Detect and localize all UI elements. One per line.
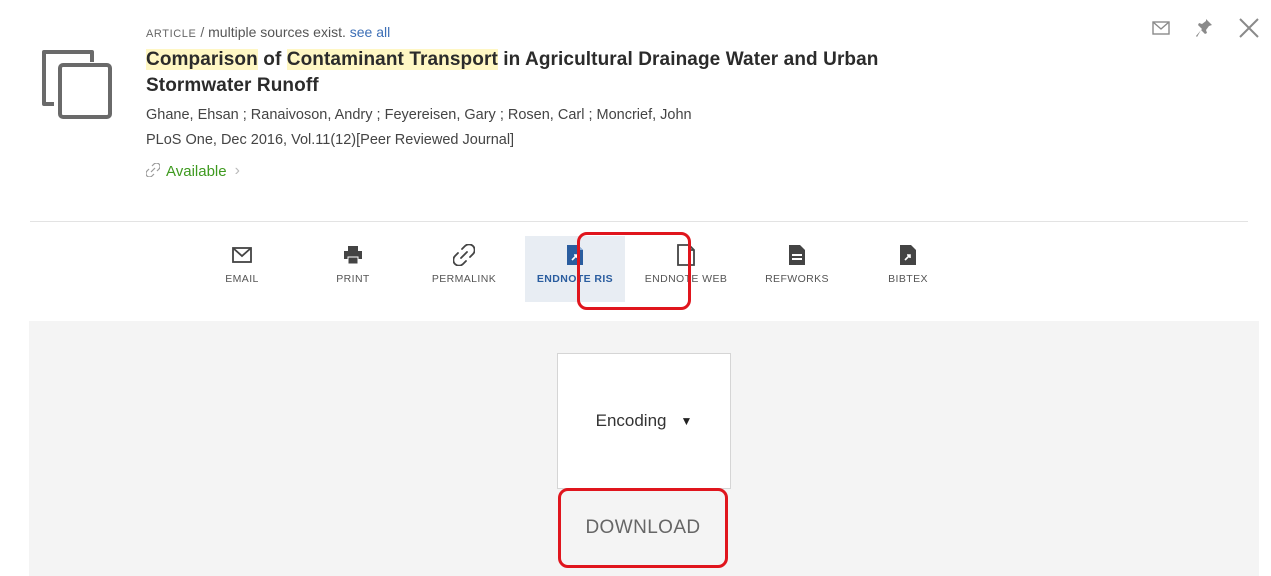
record-authors: Ghane, Ehsan ; Ranaivoson, Andry ; Feyer… bbox=[146, 107, 692, 123]
action-label: REFWORKS bbox=[765, 273, 829, 285]
action-endnote-ris[interactable]: ENDNOTE RIS bbox=[525, 236, 625, 302]
refworks-icon bbox=[788, 244, 806, 266]
action-refworks[interactable]: REFWORKS bbox=[747, 236, 847, 302]
title-highlight-contaminant: Contaminant Transport bbox=[286, 49, 498, 70]
link-icon bbox=[145, 161, 161, 180]
source-note: multiple sources exist. bbox=[208, 24, 346, 40]
chevron-right-icon: › bbox=[234, 162, 240, 179]
meta-separator: / bbox=[200, 24, 205, 40]
record-source: PLoS One, Dec 2016, Vol.11(12)[Peer Revi… bbox=[146, 132, 515, 148]
encoding-label: Encoding bbox=[595, 411, 667, 430]
bibtex-icon bbox=[899, 244, 917, 266]
link-icon bbox=[453, 244, 475, 266]
action-endnote-web[interactable]: ENDNOTE WEB bbox=[636, 236, 736, 302]
pin-icon[interactable] bbox=[1193, 16, 1217, 40]
envelope-icon bbox=[232, 244, 252, 266]
action-email[interactable]: EMAIL bbox=[192, 236, 292, 302]
section-divider bbox=[30, 221, 1248, 222]
action-label: PRINT bbox=[336, 273, 370, 285]
record-meta: ARTICLE / multiple sources exist. see al… bbox=[146, 22, 1046, 44]
download-button[interactable]: DOWNLOAD bbox=[559, 490, 727, 566]
record-title[interactable]: Comparison of Contaminant Transport in A… bbox=[146, 47, 906, 99]
export-actions-bar: EMAIL PRINT PERMALINK ENDNOTE RIS ENDNOT… bbox=[192, 236, 969, 308]
see-all-link[interactable]: see all bbox=[350, 24, 390, 40]
title-highlight-comparison: Comparison bbox=[146, 49, 258, 70]
record-details: ARTICLE / multiple sources exist. see al… bbox=[145, 22, 1046, 180]
record-top-actions bbox=[1149, 16, 1261, 40]
email-icon[interactable] bbox=[1149, 16, 1173, 40]
title-text: of bbox=[257, 49, 287, 70]
close-icon[interactable] bbox=[1237, 16, 1261, 40]
page: ARTICLE / multiple sources exist. see al… bbox=[0, 0, 1271, 576]
action-label: ENDNOTE WEB bbox=[644, 273, 728, 285]
multiple-versions-icon bbox=[40, 48, 112, 120]
encoding-dropdown[interactable]: Encoding ▼ bbox=[557, 353, 731, 489]
document-icon bbox=[677, 244, 695, 266]
caret-down-icon: ▼ bbox=[680, 414, 693, 428]
availability-link[interactable]: Available › bbox=[145, 161, 1046, 180]
endnote-ris-icon bbox=[566, 244, 584, 266]
action-print[interactable]: PRINT bbox=[303, 236, 403, 302]
record-type: ARTICLE bbox=[146, 28, 197, 40]
printer-icon bbox=[343, 244, 363, 266]
action-label: ENDNOTE RIS bbox=[536, 273, 614, 285]
action-permalink[interactable]: PERMALINK bbox=[414, 236, 514, 302]
action-label: PERMALINK bbox=[431, 273, 497, 285]
action-label: BIBTEX bbox=[888, 273, 928, 285]
action-label: EMAIL bbox=[225, 273, 259, 285]
action-bibtex[interactable]: BIBTEX bbox=[858, 236, 958, 302]
availability-status: Available bbox=[166, 162, 227, 180]
